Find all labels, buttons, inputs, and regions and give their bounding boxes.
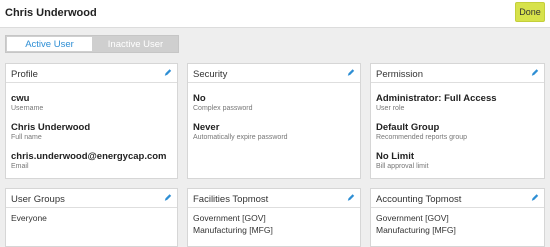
list-item: Manufacturing [MFG] xyxy=(193,225,273,235)
inactive-user-tab[interactable]: Inactive User xyxy=(93,36,178,52)
pencil-icon[interactable] xyxy=(347,68,355,77)
pencil-icon[interactable] xyxy=(164,68,172,77)
fullname-label: Full name xyxy=(11,134,42,141)
divider xyxy=(6,82,177,83)
pencil-icon[interactable] xyxy=(347,193,355,202)
expire-password-label: Automatically expire password xyxy=(193,134,288,141)
divider xyxy=(371,207,544,208)
divider xyxy=(188,207,360,208)
expire-password-field: Never Automatically expire password xyxy=(193,122,288,141)
pencil-icon[interactable] xyxy=(531,193,539,202)
divider xyxy=(371,82,544,83)
card-title: User Groups xyxy=(11,194,65,205)
facilities-topmost-card: Facilities Topmost Government [GOV] Manu… xyxy=(187,188,361,247)
complex-password-label: Complex password xyxy=(193,105,253,112)
email-label: Email xyxy=(11,163,29,170)
card-title: Permission xyxy=(376,69,423,80)
user-details-panel: Active User Inactive User Profile cwu Us… xyxy=(0,28,550,247)
reports-group-label: Recommended reports group xyxy=(376,134,468,141)
expire-password-value: Never xyxy=(193,122,220,133)
list-item: Government [GOV] xyxy=(376,213,449,223)
card-title: Profile xyxy=(11,69,38,80)
security-card: Security No Complex password Never Autom… xyxy=(187,63,361,179)
pencil-icon[interactable] xyxy=(164,193,172,202)
username-label: Username xyxy=(11,105,44,112)
card-title: Facilities Topmost xyxy=(193,194,269,205)
approval-limit-label: Bill approval limit xyxy=(376,163,429,170)
reports-group-value: Default Group xyxy=(376,122,440,133)
user-role-field: Administrator: Full Access User role xyxy=(376,93,497,112)
card-title: Security xyxy=(193,69,228,80)
email-field: chris.underwood@energycap.com Email xyxy=(11,151,167,170)
reports-group-field: Default Group Recommended reports group xyxy=(376,122,467,141)
user-role-label: User role xyxy=(376,105,405,112)
user-groups-card: User Groups Everyone xyxy=(5,188,178,247)
complex-password-value: No xyxy=(193,93,206,104)
fullname-field: Chris Underwood Full name xyxy=(11,122,90,141)
profile-card: Profile cwu Username Chris Underwood Ful… xyxy=(5,63,178,179)
username-field: cwu Username xyxy=(11,93,43,112)
active-user-tab[interactable]: Active User xyxy=(6,36,93,52)
fullname-value: Chris Underwood xyxy=(11,122,91,133)
approval-limit-value: No Limit xyxy=(376,151,414,162)
divider xyxy=(188,82,360,83)
accounting-topmost-card: Accounting Topmost Government [GOV] Manu… xyxy=(370,188,545,247)
dialog-header: Chris Underwood Done xyxy=(0,0,550,28)
pencil-icon[interactable] xyxy=(531,68,539,77)
done-button[interactable]: Done xyxy=(515,2,545,22)
list-item: Government [GOV] xyxy=(193,213,266,223)
username-value: cwu xyxy=(11,93,30,104)
complex-password-field: No Complex password xyxy=(193,93,253,112)
divider xyxy=(6,207,177,208)
user-role-value: Administrator: Full Access xyxy=(376,93,497,104)
list-item: Everyone xyxy=(11,213,47,223)
email-value: chris.underwood@energycap.com xyxy=(11,151,167,162)
permission-card: Permission Administrator: Full Access Us… xyxy=(370,63,545,179)
user-status-toggle: Active User Inactive User xyxy=(5,35,179,53)
page-title: Chris Underwood xyxy=(5,7,97,19)
card-title: Accounting Topmost xyxy=(376,194,462,205)
list-item: Manufacturing [MFG] xyxy=(376,225,456,235)
approval-limit-field: No Limit Bill approval limit xyxy=(376,151,429,170)
